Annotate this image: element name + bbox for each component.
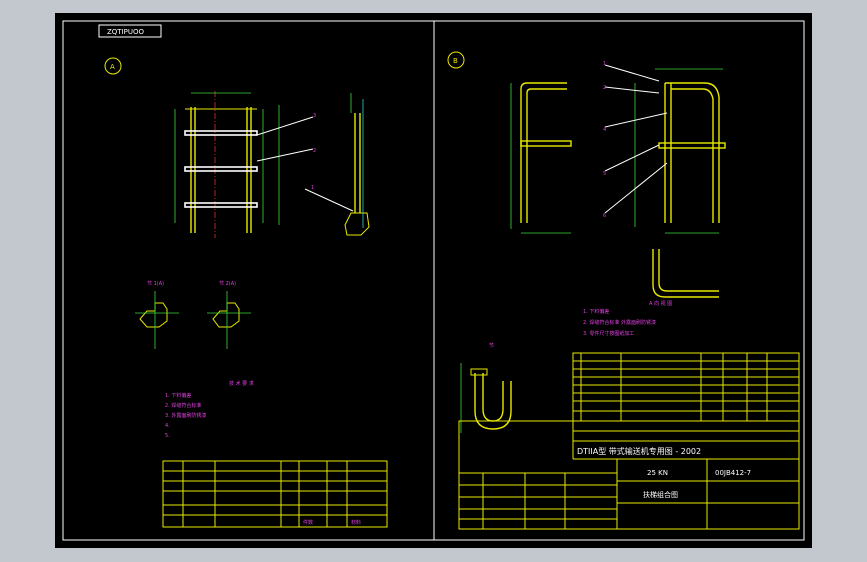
capacity-label: 25 KN: [647, 469, 668, 477]
drawing-number: 00JB412-7: [715, 469, 751, 477]
title-block-right: DTIIA型 带式输送机专用图 - 2002 25 KN 00JB412-7 扶…: [458, 420, 800, 530]
svg-text:4.: 4.: [165, 423, 170, 429]
railing-side-view: [634, 68, 726, 234]
svg-text:2: 2: [603, 85, 606, 91]
view-a-label: A: [104, 57, 122, 75]
svg-text:6: 6: [603, 213, 606, 219]
parts-list-right: [572, 352, 800, 422]
svg-text:1: 1: [603, 61, 606, 67]
view-a-letter: A: [110, 63, 115, 71]
svg-text:3. 外露面刷防锈漆: 3. 外露面刷防锈漆: [165, 412, 206, 419]
ladder-front-view: [174, 91, 280, 238]
svg-text:节: 节: [489, 343, 494, 349]
notes-b: 1. 下料偏差 2. 焊缝符合标准 外露面刷防锈漆 3. 零件尺寸按图纸加工: [583, 308, 656, 337]
svg-text:节 1(A): 节 1(A): [147, 281, 164, 287]
view-a-leaders: 3 2 1: [256, 113, 354, 212]
material-label: 材料: [351, 519, 361, 526]
drawing-name: 扶梯组合图: [643, 490, 678, 499]
svg-text:2. 焊缝符合标准: 2. 焊缝符合标准: [165, 402, 201, 409]
svg-text:A 向 视 图: A 向 视 图: [649, 300, 672, 307]
ladder-side-view: [344, 93, 370, 236]
cad-viewport: ZQTIPUOO A 3 2 1 节 1(A) 节 2(A) 技 术 要 求 1…: [0, 0, 867, 562]
bent-rod-detail: A 向 视 图: [649, 249, 719, 307]
qty-label: 件数: [303, 519, 313, 526]
notes-a: 技 术 要 求 1. 下料偏差 2. 焊缝符合标准 3. 外露面刷防锈漆 4. …: [165, 380, 254, 439]
standard-title: DTIIA型 带式输送机专用图 - 2002: [577, 446, 701, 456]
drawing-svg: ZQTIPUOO A 3 2 1 节 1(A) 节 2(A) 技 术 要 求 1…: [62, 20, 805, 541]
detail-section-2: 节 2(A): [207, 281, 251, 349]
svg-text:节 2(A): 节 2(A): [219, 281, 236, 287]
stamp-text: ZQTIPUOO: [107, 28, 145, 36]
svg-text:1. 下料偏差: 1. 下料偏差: [583, 308, 609, 315]
svg-text:4: 4: [603, 127, 606, 133]
svg-text:1: 1: [311, 185, 314, 191]
u-hook-detail: 节: [460, 343, 512, 433]
svg-text:5: 5: [603, 171, 606, 177]
view-b-label: B: [447, 51, 465, 69]
svg-text:5.: 5.: [165, 433, 170, 439]
svg-text:2: 2: [313, 148, 316, 154]
railing-front-view: [510, 82, 572, 234]
title-block-left: 件数 材料: [162, 460, 388, 528]
drawing-sheet: ZQTIPUOO A 3 2 1 节 1(A) 节 2(A) 技 术 要 求 1…: [55, 13, 812, 548]
view-b-letter: B: [453, 57, 458, 65]
detail-section-1: 节 1(A): [135, 281, 179, 349]
svg-text:2. 焊缝符合标准 外露面刷防锈漆: 2. 焊缝符合标准 外露面刷防锈漆: [583, 319, 656, 326]
svg-text:1. 下料偏差: 1. 下料偏差: [165, 392, 191, 399]
svg-text:技 术 要 求: 技 术 要 求: [229, 380, 254, 387]
svg-text:3. 零件尺寸按图纸加工: 3. 零件尺寸按图纸加工: [583, 330, 634, 337]
stamp-box: ZQTIPUOO: [98, 24, 162, 38]
svg-text:3: 3: [313, 113, 316, 119]
